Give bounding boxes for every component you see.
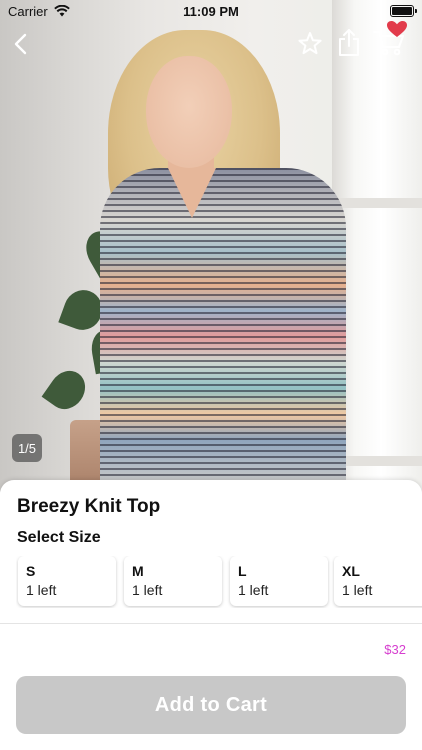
product-title: Breezy Knit Top [17,496,161,517]
size-stock: 1 left [238,582,269,598]
heart-icon [387,21,407,37]
size-label: XL [342,563,360,579]
chevron-left-icon[interactable] [8,30,36,58]
size-stock: 1 left [342,582,373,598]
battery-icon [390,5,417,17]
photo-window-bar [332,198,422,208]
product-price: $32 [384,642,406,657]
size-stock: 1 left [26,582,57,598]
product-details-sheet: Breezy Knit Top Select Size S 1 left M 1… [0,480,422,750]
status-bar: Carrier 11:09 PM [0,0,422,22]
size-label: L [238,563,247,579]
size-option-l[interactable]: L 1 left [230,556,328,606]
size-option-s[interactable]: S 1 left [18,556,116,606]
size-stock: 1 left [132,582,163,598]
wifi-icon [53,5,70,17]
photo-knit-top [100,168,346,492]
photo-vneck [168,168,216,218]
size-label: M [132,563,144,579]
star-icon[interactable] [296,30,324,58]
divider [0,623,422,624]
gallery-page-counter: 1/5 [12,434,42,462]
size-options: S 1 left M 1 left L 1 left XL 1 left [16,556,422,608]
add-to-cart-button[interactable]: Add to Cart [16,676,406,734]
size-label: S [26,563,36,579]
share-icon[interactable] [336,28,362,58]
photo-plant-leaf [41,363,93,417]
status-left: Carrier [8,4,70,19]
size-option-m[interactable]: M 1 left [124,556,222,606]
size-heading: Select Size [17,529,101,546]
photo-model-face [146,56,232,168]
product-photo[interactable] [0,0,422,492]
size-option-xl[interactable]: XL 1 left [334,556,422,606]
carrier-label: Carrier [8,3,48,19]
